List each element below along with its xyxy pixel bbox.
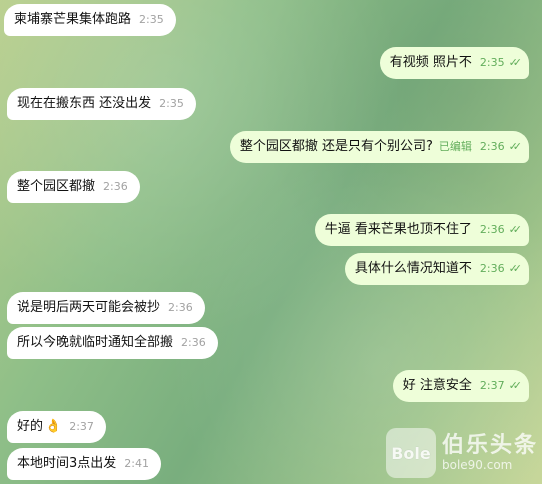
message-incoming[interactable]: 整个园区都撤 2:36 <box>7 171 140 203</box>
message-time: 2:36 <box>479 262 505 275</box>
message-time: 2:36 <box>479 223 505 236</box>
message-time: 2:35 <box>139 13 164 26</box>
message-text: 有视频 照片不 <box>389 55 472 70</box>
watermark: Bole 伯乐头条 bole90.com <box>385 428 538 478</box>
message-text: 说是明后两天可能会被抄 <box>17 300 161 315</box>
read-check-icon: ✓✓ <box>508 56 523 69</box>
watermark-name: 伯乐头条 <box>441 433 538 459</box>
message-text: 柬埔寨芒果集体跑路 <box>14 12 132 27</box>
message-time: 2:36 <box>103 180 128 193</box>
message-text: 所以今晚就临时通知全部搬 <box>17 335 174 350</box>
message-time: 2:35 <box>479 56 505 69</box>
message-text: 好的 <box>17 419 44 434</box>
message-text: 本地时间3点出发 <box>17 456 117 471</box>
message-time: 2:37 <box>479 379 505 392</box>
message-incoming[interactable]: 柬埔寨芒果集体跑路 2:35 <box>4 4 176 36</box>
message-text: 现在在搬东西 还没出发 <box>17 96 152 111</box>
message-time: 2:36 <box>479 140 505 153</box>
chat-area[interactable]: 柬埔寨芒果集体跑路 2:35 有视频 照片不 2:35 ✓✓ 现在在搬东西 还没出发 2… <box>0 0 542 484</box>
message-outgoing[interactable]: 整个园区都撤 还是只有个别公司? 已编辑 2:36 ✓✓ <box>229 131 529 163</box>
message-incoming[interactable]: 说是明后两天可能会被抄 2:36 <box>7 292 205 324</box>
message-incoming[interactable]: 现在在搬东西 还没出发 2:35 <box>7 88 196 120</box>
watermark-text: 伯乐头条 bole90.com <box>441 433 538 472</box>
ok-hand-emoji-icon: 👌 <box>45 419 62 434</box>
message-outgoing[interactable]: 具体什么情况知道不 2:36 ✓✓ <box>344 253 529 285</box>
message-time: 2:35 <box>159 97 184 110</box>
message-text: 整个园区都撤 <box>17 179 96 194</box>
read-check-icon: ✓✓ <box>508 223 523 236</box>
read-check-icon: ✓✓ <box>508 262 523 275</box>
message-incoming[interactable]: 好的 👌 2:37 <box>7 411 106 443</box>
message-time: 2:36 <box>168 301 193 314</box>
message-outgoing[interactable]: 有视频 照片不 2:35 ✓✓ <box>379 47 529 79</box>
message-text: 牛逼 看来芒果也顶不住了 <box>324 222 472 237</box>
message-outgoing[interactable]: 好 注意安全 2:37 ✓✓ <box>392 370 529 402</box>
edited-label: 已编辑 <box>438 140 472 153</box>
message-text: 整个园区都撤 还是只有个别公司? <box>239 139 433 154</box>
read-check-icon: ✓✓ <box>508 140 523 153</box>
message-incoming[interactable]: 本地时间3点出发 2:41 <box>7 448 161 480</box>
message-time: 2:41 <box>124 457 149 470</box>
message-text: 好 注意安全 <box>402 378 472 393</box>
watermark-url: bole90.com <box>441 457 513 472</box>
message-time: 2:37 <box>69 420 94 433</box>
read-check-icon: ✓✓ <box>508 379 523 392</box>
message-incoming[interactable]: 所以今晚就临时通知全部搬 2:36 <box>7 327 218 359</box>
message-outgoing[interactable]: 牛逼 看来芒果也顶不住了 2:36 ✓✓ <box>314 214 529 246</box>
message-time: 2:36 <box>181 336 206 349</box>
watermark-logo: Bole <box>385 428 436 478</box>
message-text: 具体什么情况知道不 <box>354 261 472 276</box>
